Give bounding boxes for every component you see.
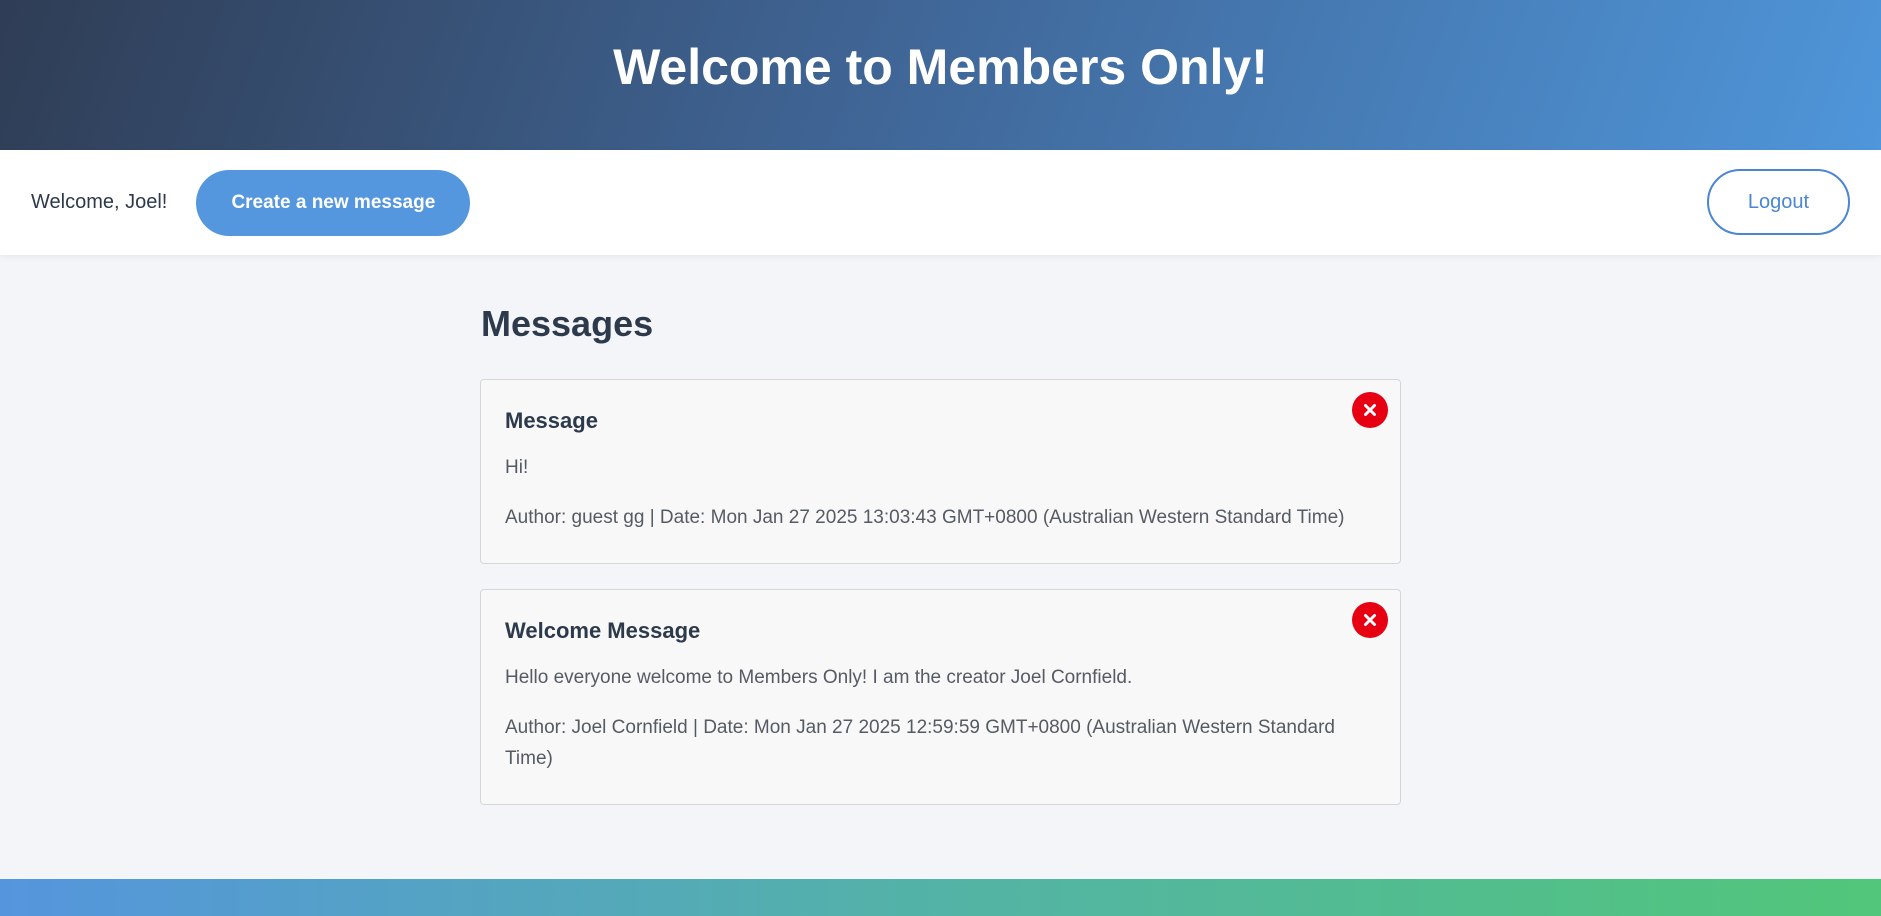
message-title: Message <box>505 408 598 433</box>
message-card: Welcome Message Hello everyone welcome t… <box>480 589 1401 805</box>
welcome-text: Welcome, Joel! <box>31 191 168 213</box>
close-icon <box>1364 614 1376 626</box>
message-card: Message Hi! Author: guest gg | Date: Mon… <box>480 379 1401 564</box>
site-banner: Welcome to Members Only! <box>0 0 1881 150</box>
logout-button[interactable]: Logout <box>1707 169 1850 235</box>
page-title: Welcome to Members Only! <box>613 39 1268 95</box>
delete-message-button[interactable] <box>1352 392 1388 428</box>
messages-heading: Messages <box>481 303 654 344</box>
message-meta: Author: Joel Cornfield | Date: Mon Jan 2… <box>505 717 1335 769</box>
navbar: Welcome, Joel! Create a new message Logo… <box>0 150 1881 255</box>
message-meta: Author: guest gg | Date: Mon Jan 27 2025… <box>505 507 1345 528</box>
message-body: Hi! <box>505 457 529 478</box>
create-message-button[interactable]: Create a new message <box>196 169 471 236</box>
messages-section: Messages Message Hi! Author: guest gg | … <box>480 255 1401 805</box>
footer-bar <box>0 879 1881 916</box>
close-icon <box>1364 404 1376 416</box>
message-title: Welcome Message <box>505 618 701 643</box>
delete-message-button[interactable] <box>1352 602 1388 638</box>
message-body: Hello everyone welcome to Members Only! … <box>505 667 1133 688</box>
